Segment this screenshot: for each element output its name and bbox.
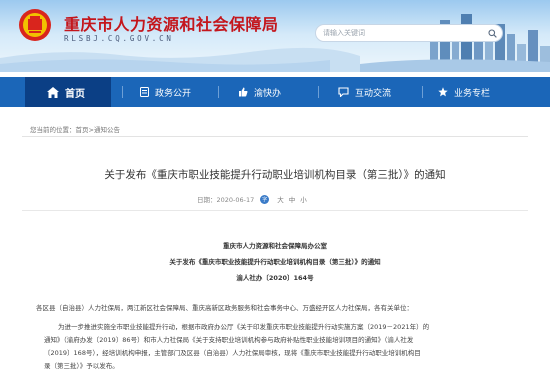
nav-item-government-affairs[interactable]: 政务公开 [140, 77, 191, 107]
star-icon [438, 87, 448, 97]
search-input[interactable] [323, 26, 473, 40]
breadcrumb-home-link[interactable]: 首页 [76, 126, 89, 134]
document-number: 渝人社办〔2020〕164号 [236, 274, 314, 282]
chat-icon [338, 87, 349, 97]
home-icon [47, 86, 59, 98]
font-size-medium-button[interactable]: 中 [289, 194, 296, 204]
header-banner: 重庆市人力资源和社会保障局 RLSBJ.CQ.GOV.CN [0, 0, 550, 72]
search-button[interactable] [485, 26, 499, 40]
nav-item-home[interactable]: 首页 [25, 77, 111, 107]
nav-label: 政务公开 [155, 88, 192, 99]
paragraph-line: 为进一步推进实施全市职业技能提升行动，根据市政府办公厅《关于印发重庆市职业技能提… [58, 323, 430, 331]
main-nav: 首页 政务公开 渝快办 互动交流 业务专栏 [0, 77, 550, 107]
breadcrumb-current-link[interactable]: 通知公告 [94, 126, 120, 134]
paragraph-line: 录（第三批）》予以发布。 [44, 362, 119, 370]
nav-label: 业务专栏 [454, 88, 491, 99]
article-date: 日期：2020-06-17 [197, 196, 255, 204]
breadcrumb: 您当前的位置：首页>通知公告 [30, 124, 120, 134]
divider [22, 210, 528, 211]
site-title[interactable]: 重庆市人力资源和社会保障局 [64, 11, 279, 35]
font-size-icon: 字 [260, 194, 270, 204]
site-domain: RLSBJ.CQ.GOV.CN [64, 34, 174, 43]
nav-item-yukuaiban[interactable]: 渝快办 [238, 77, 281, 107]
nav-divider [318, 86, 319, 98]
nav-divider [422, 86, 423, 98]
nav-divider [122, 86, 123, 98]
nav-item-interaction[interactable]: 互动交流 [338, 77, 391, 107]
article-title: 关于发布《重庆市职业技能提升行动职业培训机构目录（第三批）》的通知 [104, 169, 446, 181]
emblem-logo [19, 9, 51, 41]
thumbs-up-icon [238, 87, 248, 97]
nav-item-special-topics[interactable]: 业务专栏 [438, 77, 490, 107]
document-title: 关于发布《重庆市职业技能提升行动职业培训机构目录（第三批）》的通知 [169, 258, 381, 266]
paragraph-line: 通知》（渝府办发〔2019〕86号）和市人力社保局《关于支持职业培训机构参与政府… [44, 336, 414, 344]
nav-divider [218, 86, 219, 98]
salutation: 各区县（自治县）人力社保局，两江新区社会保障局、重庆高新区政务服务和社会事务中心… [36, 304, 413, 312]
document-icon [140, 87, 149, 97]
article-meta: 日期：2020-06-17 字 大 中 小 [197, 194, 307, 204]
paragraph-line: 〔2019〕168号），经培训机构申报，主管部门及区县（自治县）人力社保局审核，… [44, 349, 421, 357]
nav-label: 渝快办 [254, 88, 282, 99]
issuing-office: 重庆市人力资源和社会保障局办公室 [223, 242, 327, 250]
divider [22, 136, 528, 137]
search-box [315, 24, 503, 42]
nav-label: 互动交流 [355, 88, 392, 99]
search-icon [487, 28, 497, 38]
nav-label: 首页 [65, 88, 85, 100]
font-size-small-button[interactable]: 小 [300, 194, 307, 204]
breadcrumb-prefix: 您当前的位置： [30, 126, 76, 134]
font-size-large-button[interactable]: 大 [277, 194, 284, 204]
